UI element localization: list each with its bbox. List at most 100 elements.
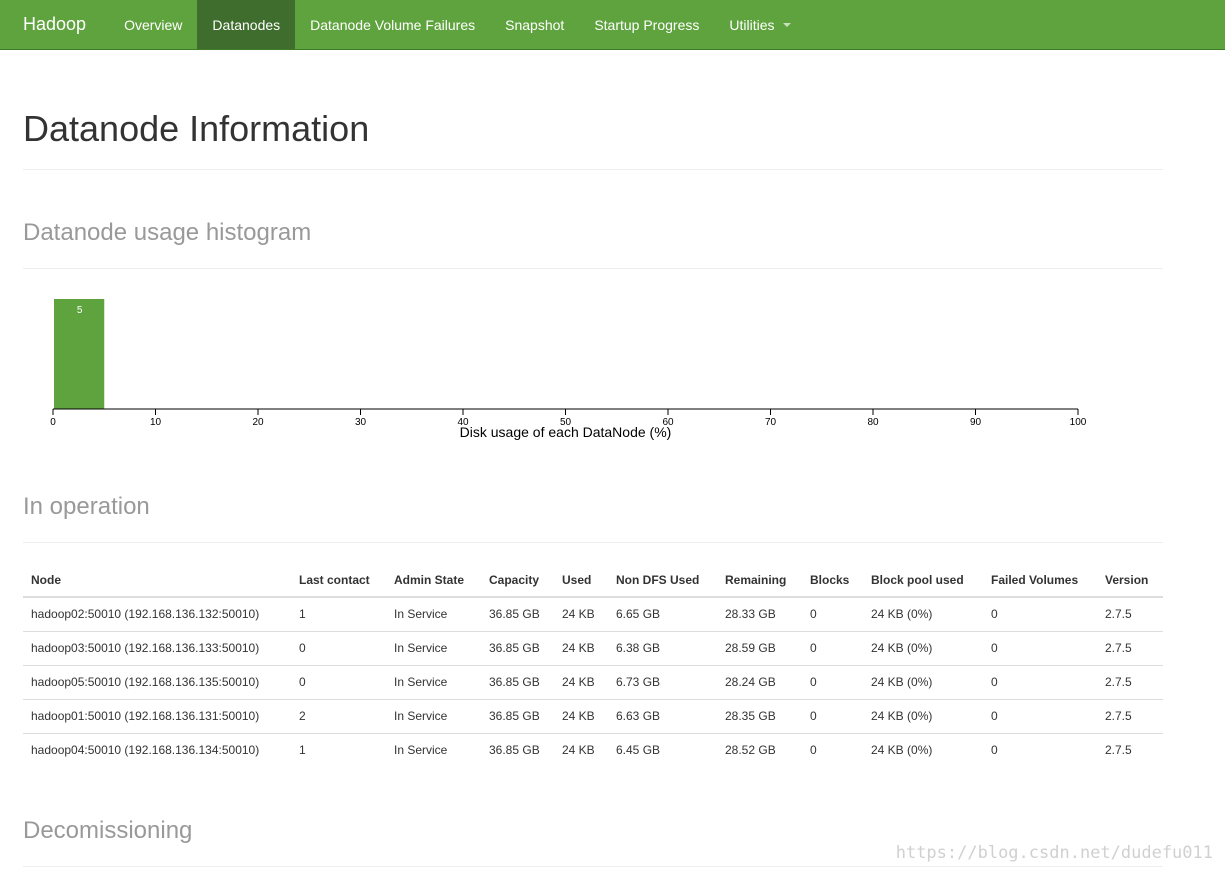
table-cell: 36.85 GB bbox=[481, 631, 554, 666]
nav-tab-utilities[interactable]: Utilities bbox=[714, 0, 805, 49]
x-tick-label: 90 bbox=[970, 417, 982, 428]
table-cell: 36.85 GB bbox=[481, 665, 554, 700]
table-cell: 24 KB (0%) bbox=[863, 631, 983, 666]
table-cell: 2.7.5 bbox=[1097, 665, 1163, 700]
table-cell: hadoop05:50010 (192.168.136.135:50010) bbox=[23, 665, 291, 700]
table-cell: 0 bbox=[983, 597, 1097, 632]
table-cell: hadoop04:50010 (192.168.136.134:50010) bbox=[31, 743, 260, 758]
table-cell: 24 KB (0%) bbox=[863, 665, 983, 700]
x-tick-label: 20 bbox=[252, 417, 264, 428]
table-cell: 24 KB bbox=[554, 699, 608, 734]
table-cell: 0 bbox=[802, 699, 863, 734]
divider bbox=[23, 268, 1163, 269]
nav-tab-label: Startup Progress bbox=[594, 16, 700, 33]
table-cell: 24 KB (0%) bbox=[863, 699, 983, 734]
table-cell: 0 bbox=[810, 743, 817, 758]
top-navbar: Hadoop Overview Datanodes Datanode Volum… bbox=[0, 0, 1225, 50]
table-cell: 36.85 GB bbox=[481, 597, 554, 632]
nav-tab-overview[interactable]: Overview bbox=[109, 0, 197, 49]
table-cell: 36.85 GB bbox=[489, 743, 540, 758]
table-cell: 0 bbox=[983, 631, 1097, 666]
col-header[interactable]: Remaining bbox=[717, 563, 802, 598]
table-cell: 1 bbox=[291, 597, 386, 632]
col-header[interactable]: Node bbox=[23, 563, 291, 598]
datanodes-table: Node Last contact Admin State Capacity U… bbox=[23, 563, 1163, 767]
x-tick-label: 30 bbox=[355, 417, 367, 428]
table-cell: hadoop01:50010 (192.168.136.131:50010) bbox=[23, 699, 291, 734]
nav-tab-startup-progress[interactable]: Startup Progress bbox=[579, 0, 714, 49]
table-cell: 24 KB bbox=[554, 631, 608, 666]
nav-tab-snapshot[interactable]: Snapshot bbox=[490, 0, 579, 49]
table-cell: In Service bbox=[386, 699, 481, 734]
page-title: Datanode Information bbox=[23, 108, 370, 149]
table-cell: 6.38 GB bbox=[608, 631, 717, 666]
table-cell: 0 bbox=[802, 597, 863, 632]
table-row: hadoop02:50010 (192.168.136.132:50010) 1 I… bbox=[23, 597, 1163, 632]
x-tick-label: 100 bbox=[1070, 417, 1087, 428]
table-header-row: Node Last contact Admin State Capacity U… bbox=[23, 563, 1163, 598]
x-axis-label: Disk usage of each DataNode (%) bbox=[460, 424, 672, 440]
watermark-text: https://blog.csdn.net/dudefu011 bbox=[895, 843, 1213, 863]
table-cell: 0 bbox=[983, 699, 1097, 734]
table-cell: 24 KB bbox=[554, 597, 608, 632]
table-cell: 28.52 GB bbox=[725, 743, 776, 758]
table-cell: 1 bbox=[299, 743, 306, 758]
table-cell: 0 bbox=[802, 631, 863, 666]
nav-tab-label: Snapshot bbox=[505, 16, 565, 33]
table-cell: hadoop03:50010 (192.168.136.133:50010) bbox=[23, 631, 291, 666]
col-header[interactable]: Capacity bbox=[481, 563, 554, 598]
histogram-section-title: Datanode usage histogram bbox=[23, 219, 312, 246]
table-cell: 24 KB bbox=[554, 665, 608, 700]
table-cell: 6.65 GB bbox=[608, 597, 717, 632]
table-cell: 0 bbox=[991, 743, 998, 758]
table-cell: 28.35 GB bbox=[717, 699, 802, 734]
table-cell: 2 bbox=[291, 699, 386, 734]
divider bbox=[23, 542, 1163, 543]
col-header[interactable]: Used bbox=[554, 563, 608, 598]
histogram-bars: 5 bbox=[54, 299, 105, 409]
caret-down-icon bbox=[782, 22, 791, 27]
col-header[interactable]: Admin State bbox=[386, 563, 481, 598]
table-cell: 6.45 GB bbox=[616, 743, 661, 758]
nav-tab-datanodes[interactable]: Datanodes bbox=[197, 0, 296, 49]
table-cell: 24 KB (0%) bbox=[863, 597, 983, 632]
col-header[interactable]: Failed Volumes bbox=[983, 563, 1097, 598]
brand-link[interactable]: Hadoop bbox=[0, 0, 109, 49]
table-cell: 0 bbox=[291, 631, 386, 666]
in-operation-section-title: In operation bbox=[23, 493, 150, 520]
table-cell: 28.59 GB bbox=[717, 631, 802, 666]
table-cell: 2.7.5 bbox=[1097, 699, 1163, 734]
col-header[interactable]: Last contact bbox=[291, 563, 386, 598]
divider bbox=[23, 169, 1163, 170]
nav-tab-label: Datanode Volume Failures bbox=[310, 16, 476, 33]
col-header[interactable]: Version bbox=[1097, 563, 1163, 598]
table-cell: 0 bbox=[802, 665, 863, 700]
table-cell: 28.33 GB bbox=[717, 597, 802, 632]
table-cell: 2.7.5 bbox=[1105, 743, 1132, 758]
bar-count-label: 5 bbox=[77, 305, 83, 316]
table-cell: 28.24 GB bbox=[717, 665, 802, 700]
col-header[interactable]: Blocks bbox=[802, 563, 863, 598]
table-row: hadoop01:50010 (192.168.136.131:50010) 2 I… bbox=[23, 699, 1163, 734]
x-tick-label: 80 bbox=[867, 417, 879, 428]
table-cell: 0 bbox=[291, 665, 386, 700]
col-header[interactable]: Non DFS Used bbox=[608, 563, 717, 598]
divider bbox=[23, 866, 1163, 867]
decommissioning-section-title: Decomissioning bbox=[23, 817, 193, 844]
table-cell: 6.63 GB bbox=[608, 699, 717, 734]
table-cell: 24 KB (0%) bbox=[871, 743, 933, 758]
table-row: hadoop04:50010 (192.168.136.134:50010) 1 I… bbox=[23, 733, 1163, 767]
nav-tab-label: Overview bbox=[124, 16, 183, 33]
table-cell: 0 bbox=[983, 665, 1097, 700]
table-cell: In Service bbox=[386, 665, 481, 700]
table-row: hadoop05:50010 (192.168.136.135:50010) 0 I… bbox=[23, 665, 1163, 700]
table-cell: 6.73 GB bbox=[608, 665, 717, 700]
col-header[interactable]: Block pool used bbox=[863, 563, 983, 598]
table-cell: 2.7.5 bbox=[1097, 631, 1163, 666]
nav-tab-volume-failures[interactable]: Datanode Volume Failures bbox=[295, 0, 490, 49]
x-tick-label: 10 bbox=[150, 417, 162, 428]
nav-tab-label: Utilities bbox=[729, 16, 775, 33]
table-cell: 2.7.5 bbox=[1097, 597, 1163, 632]
table-cell: hadoop02:50010 (192.168.136.132:50010) bbox=[23, 597, 291, 632]
nav-tab-label: Datanodes bbox=[212, 16, 281, 33]
